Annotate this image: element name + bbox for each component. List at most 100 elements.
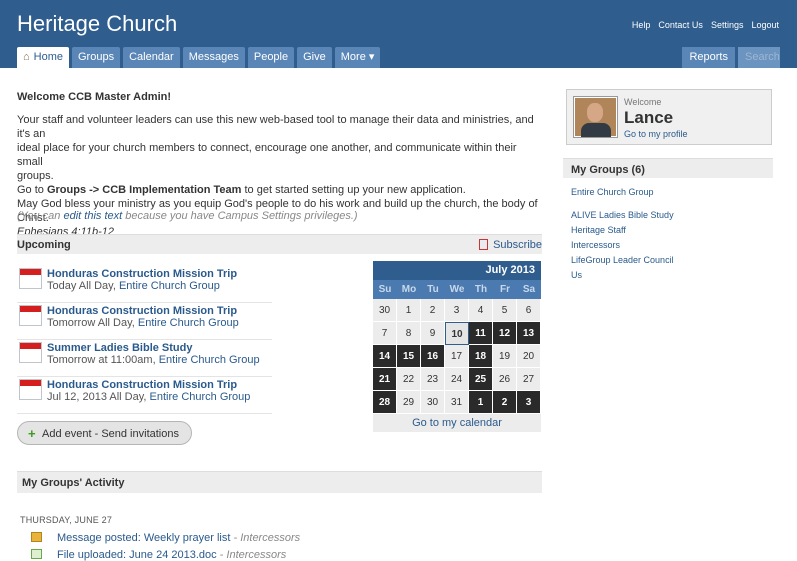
calendar-day[interactable]: 6 bbox=[517, 299, 541, 322]
calendar-day[interactable]: 26 bbox=[493, 368, 517, 391]
group-link-entire-church[interactable]: Entire Church Group bbox=[571, 187, 654, 197]
calendar-grid: Su Mo Tu We Th Fr Sa 30 1 2 3 4 5 6 7 8 9 10 11 12 13 14 15 16 1… bbox=[373, 280, 541, 414]
calendar-day[interactable]: 13 bbox=[517, 322, 541, 345]
go-to-calendar-link[interactable]: Go to my calendar bbox=[373, 414, 541, 432]
event-group-link[interactable]: Entire Church Group bbox=[119, 280, 220, 292]
intro-line-1: Your staff and volunteer leaders can use… bbox=[17, 114, 534, 140]
settings-link[interactable]: Settings bbox=[711, 20, 744, 30]
calendar-day[interactable]: 1 bbox=[397, 299, 421, 322]
profile-link[interactable]: Go to my profile bbox=[624, 129, 688, 139]
help-link[interactable]: Help bbox=[632, 20, 651, 30]
profile-name: Lance bbox=[624, 108, 674, 127]
tab-messages[interactable]: Messages bbox=[182, 47, 245, 68]
tab-home[interactable]: Home bbox=[17, 47, 69, 68]
calendar-day[interactable]: 3 bbox=[517, 391, 541, 414]
calendar-day[interactable]: 7 bbox=[373, 322, 397, 345]
calendar-dow: Mo bbox=[397, 280, 421, 299]
event-meta: Tomorrow All Day, Entire Church Group bbox=[47, 317, 239, 329]
activity-date: THURSDAY, JUNE 27 bbox=[20, 515, 113, 525]
contact-us-link[interactable]: Contact Us bbox=[658, 20, 703, 30]
subscribe-link[interactable]: Subscribe bbox=[479, 239, 542, 251]
intro-line-4: Go to Groups -> CCB Implementation Team … bbox=[17, 184, 466, 196]
top-links: Help Contact Us Settings Logout bbox=[632, 20, 779, 30]
event-title[interactable]: Honduras Construction Mission Trip bbox=[47, 379, 237, 391]
calendar-day[interactable]: 11 bbox=[469, 322, 493, 345]
calendar-day[interactable]: 30 bbox=[421, 391, 445, 414]
my-groups-bar: My Groups (6) bbox=[563, 158, 773, 178]
group-link-intercessors[interactable]: Intercessors bbox=[571, 240, 620, 250]
calendar-day[interactable]: 9 bbox=[421, 322, 445, 345]
list-item[interactable]: Message posted: Weekly prayer list - Int… bbox=[31, 532, 300, 544]
mini-calendar: July 2013 Su Mo Tu We Th Fr Sa 30 1 2 3 4 5 6 7 8 9 10 11 1… bbox=[373, 261, 541, 432]
group-link-lifegroup[interactable]: LifeGroup Leader Council bbox=[571, 255, 674, 265]
event-group-link[interactable]: Entire Church Group bbox=[138, 317, 239, 329]
calendar-day[interactable]: 27 bbox=[517, 368, 541, 391]
calendar-day[interactable]: 21 bbox=[373, 368, 397, 391]
calendar-day[interactable]: 8 bbox=[397, 322, 421, 345]
search-input[interactable]: Search bbox=[738, 47, 780, 68]
list-item[interactable]: Honduras Construction Mission Trip Jul 1… bbox=[17, 377, 272, 414]
event-title[interactable]: Honduras Construction Mission Trip bbox=[47, 268, 237, 280]
event-title[interactable]: Honduras Construction Mission Trip bbox=[47, 305, 237, 317]
calendar-day[interactable]: 20 bbox=[517, 345, 541, 368]
upcoming-heading: Upcoming bbox=[17, 239, 71, 251]
tab-calendar[interactable]: Calendar bbox=[123, 47, 180, 68]
group-link-alive-ladies[interactable]: ALIVE Ladies Bible Study bbox=[571, 210, 674, 220]
calendar-day[interactable]: 1 bbox=[469, 391, 493, 414]
event-list: Honduras Construction Mission Trip Today… bbox=[17, 266, 272, 414]
file-icon bbox=[31, 549, 42, 559]
edit-text-link[interactable]: edit this text bbox=[63, 210, 122, 222]
list-item[interactable]: File uploaded: June 24 2013.doc - Interc… bbox=[31, 549, 286, 561]
tab-reports[interactable]: Reports bbox=[682, 47, 735, 68]
event-title[interactable]: Summer Ladies Bible Study bbox=[47, 342, 192, 354]
welcome-heading: Welcome CCB Master Admin! bbox=[17, 91, 172, 103]
event-group-link[interactable]: Entire Church Group bbox=[159, 354, 260, 366]
calendar-icon bbox=[19, 379, 42, 400]
tab-more[interactable]: More ▾ bbox=[334, 47, 381, 68]
calendar-day[interactable]: 2 bbox=[421, 299, 445, 322]
intro-line-3: groups. bbox=[17, 170, 54, 182]
calendar-dow: Su bbox=[373, 280, 397, 299]
calendar-day[interactable]: 3 bbox=[445, 299, 469, 322]
list-item[interactable]: Honduras Construction Mission Trip Tomor… bbox=[17, 303, 272, 340]
list-item[interactable]: Honduras Construction Mission Trip Today… bbox=[17, 266, 272, 303]
calendar-icon bbox=[19, 342, 42, 363]
calendar-day[interactable]: 12 bbox=[493, 322, 517, 345]
site-title[interactable]: Heritage Church bbox=[17, 11, 177, 37]
calendar-day[interactable]: 25 bbox=[469, 368, 493, 391]
event-meta: Jul 12, 2013 All Day, Entire Church Grou… bbox=[47, 391, 251, 403]
add-event-button[interactable]: Add event - Send invitations bbox=[17, 421, 192, 446]
calendar-day[interactable]: 19 bbox=[493, 345, 517, 368]
calendar-day[interactable]: 29 bbox=[397, 391, 421, 414]
list-item[interactable]: Summer Ladies Bible Study Tomorrow at 11… bbox=[17, 340, 272, 377]
message-icon bbox=[31, 532, 42, 542]
calendar-day[interactable]: 31 bbox=[445, 391, 469, 414]
my-groups-heading: My Groups (6) bbox=[571, 164, 645, 176]
group-link-us[interactable]: Us bbox=[571, 270, 582, 280]
calendar-day[interactable]: 28 bbox=[373, 391, 397, 414]
event-group-link[interactable]: Entire Church Group bbox=[150, 391, 251, 403]
calendar-day[interactable]: 30 bbox=[373, 299, 397, 322]
upcoming-bar: Upcoming Subscribe bbox=[17, 234, 542, 254]
calendar-dow: Sa bbox=[517, 280, 541, 299]
calendar-day[interactable]: 4 bbox=[469, 299, 493, 322]
avatar[interactable] bbox=[573, 96, 618, 138]
tab-people[interactable]: People bbox=[247, 47, 295, 68]
group-link-heritage-staff[interactable]: Heritage Staff bbox=[571, 225, 626, 235]
calendar-day[interactable]: 2 bbox=[493, 391, 517, 414]
tab-give[interactable]: Give bbox=[297, 47, 332, 68]
subscribe-icon bbox=[479, 239, 489, 250]
calendar-day[interactable]: 5 bbox=[493, 299, 517, 322]
calendar-day[interactable]: 16 bbox=[421, 345, 445, 368]
tab-groups[interactable]: Groups bbox=[72, 47, 121, 68]
logout-link[interactable]: Logout bbox=[751, 20, 779, 30]
calendar-day[interactable]: 14 bbox=[373, 345, 397, 368]
calendar-day[interactable]: 24 bbox=[445, 368, 469, 391]
calendar-icon bbox=[19, 268, 42, 289]
calendar-day[interactable]: 23 bbox=[421, 368, 445, 391]
calendar-day[interactable]: 18 bbox=[469, 345, 493, 368]
calendar-day[interactable]: 10 bbox=[445, 322, 469, 345]
calendar-day[interactable]: 15 bbox=[397, 345, 421, 368]
calendar-day[interactable]: 22 bbox=[397, 368, 421, 391]
calendar-day[interactable]: 17 bbox=[445, 345, 469, 368]
